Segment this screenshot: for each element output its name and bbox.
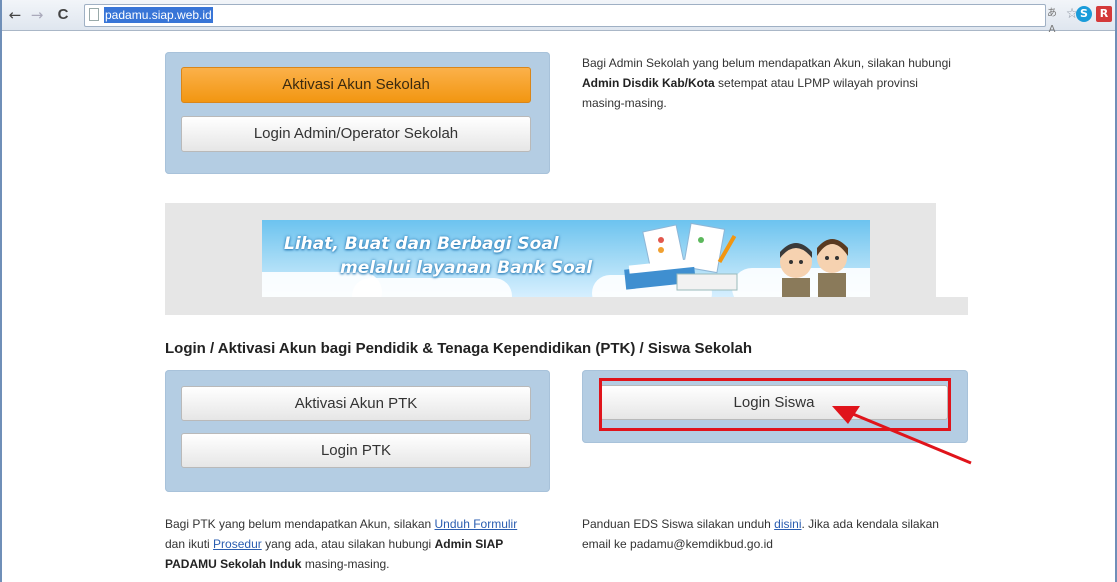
admin-info-bold: Admin Disdik Kab/Kota [582, 76, 715, 90]
ptk-section-heading: Login / Aktivasi Akun bagi Pendidik & Te… [165, 340, 753, 357]
translate-icon[interactable]: あA [1044, 6, 1060, 35]
login-ptk-button[interactable]: Login PTK [181, 433, 531, 468]
login-admin-operator-button[interactable]: Login Admin/Operator Sekolah [181, 116, 531, 152]
browser-toolbar: ← → C padamu.siap.web.id あA ☆ S R [2, 0, 1115, 35]
extension-icon[interactable]: R [1096, 6, 1112, 22]
download-form-link[interactable]: Unduh Formulir [435, 517, 518, 531]
siswa-guide-link[interactable]: disini [774, 517, 801, 531]
banner-line-2: melalui layanan Bank Soal [340, 258, 593, 278]
siswa-info-part1: Panduan EDS Siswa silakan unduh [582, 517, 771, 531]
annotation-arrow [832, 406, 972, 465]
activate-ptk-account-button[interactable]: Aktivasi Akun PTK [181, 386, 531, 421]
ptk-info-part3: yang ada, atau silakan hubungi [265, 537, 432, 551]
siswa-info-text: Panduan EDS Siswa silakan unduh disini. … [582, 514, 962, 554]
reload-icon[interactable]: C [54, 4, 72, 26]
cloud-shape [352, 278, 512, 297]
back-icon[interactable]: ← [6, 4, 24, 26]
ptk-info-part4: masing-masing. [304, 557, 390, 571]
ptk-info-text: Bagi PTK yang belum mendapatkan Akun, si… [165, 514, 555, 574]
admin-info-part1: Bagi Admin Sekolah yang belum mendapatka… [582, 56, 951, 70]
procedure-link[interactable]: Prosedur [213, 537, 262, 551]
window-frame-left [0, 0, 2, 582]
activate-school-account-button[interactable]: Aktivasi Akun Sekolah [181, 67, 531, 103]
bank-soal-banner[interactable]: Lihat, Buat dan Berbagi Soal melalui lay… [262, 220, 870, 297]
skype-icon[interactable]: S [1076, 6, 1092, 22]
url-text[interactable]: padamu.siap.web.id [104, 7, 213, 23]
students-illustration [780, 239, 848, 297]
ptk-info-part2: dan ikuti [165, 537, 210, 551]
school-admin-panel: Aktivasi Akun Sekolah Login Admin/Operat… [165, 52, 550, 174]
address-bar[interactable]: padamu.siap.web.id [84, 4, 1046, 27]
page-icon [89, 8, 99, 21]
blank-area [936, 152, 1089, 297]
books-illustration [624, 222, 738, 291]
ptk-info-part1: Bagi PTK yang belum mendapatkan Akun, si… [165, 517, 432, 531]
ptk-panel: Aktivasi Akun PTK Login PTK [165, 370, 550, 492]
banner-line-1: Lihat, Buat dan Berbagi Soal [284, 234, 559, 254]
admin-info-text: Bagi Admin Sekolah yang belum mendapatka… [582, 53, 962, 113]
forward-icon[interactable]: → [28, 4, 46, 26]
